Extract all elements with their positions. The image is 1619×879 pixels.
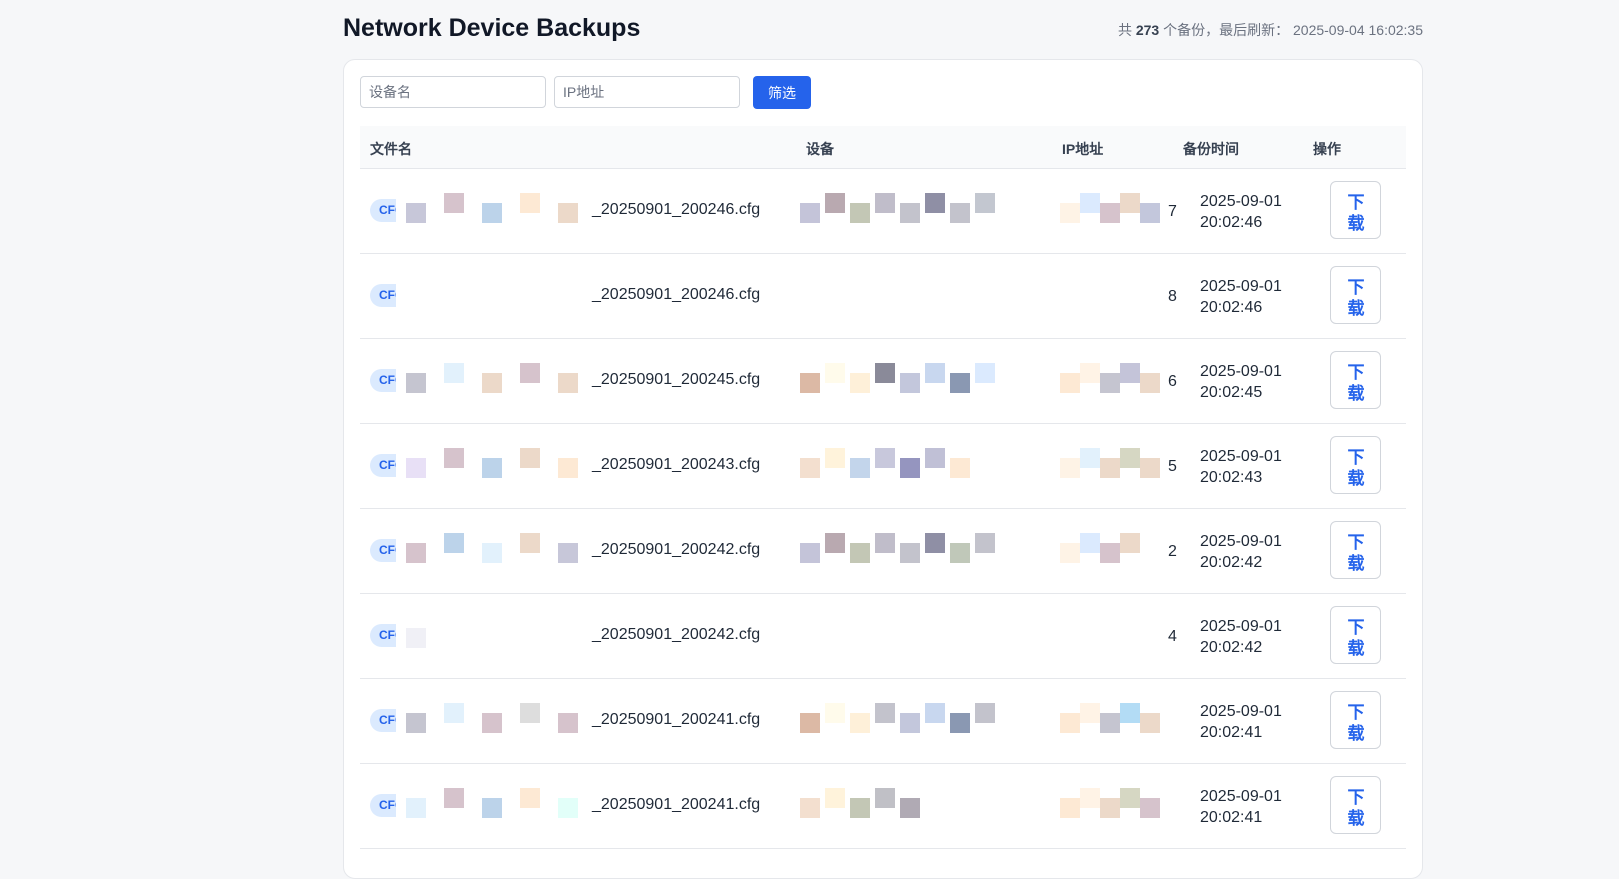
column-actions: 操作 xyxy=(1313,141,1341,157)
redacted-filename-prefix xyxy=(396,266,592,328)
redacted-device-name xyxy=(790,606,1006,668)
column-device: 设备 xyxy=(806,141,834,157)
table-row: CFG _20250901_200241.cfg 2025-09-01 20:02:4… xyxy=(360,679,1406,764)
backup-time: 2025-09-01 20:02:43 xyxy=(1200,446,1282,488)
redacted-filename-prefix xyxy=(396,351,592,413)
redacted-ip-address xyxy=(1050,776,1162,838)
redacted-device-name xyxy=(790,521,1006,583)
ip-address-tail: 7 xyxy=(1168,203,1177,220)
backup-time: 2025-09-01 20:02:46 xyxy=(1200,191,1282,233)
backup-time: 2025-09-01 20:02:42 xyxy=(1200,531,1282,573)
ip-address-tail: 8 xyxy=(1168,288,1177,305)
backup-clock-time: 20:02:42 xyxy=(1200,639,1263,656)
redacted-ip-address xyxy=(1050,266,1162,328)
column-ip: IP地址 xyxy=(1062,141,1104,157)
page-title: Network Device Backups xyxy=(343,14,641,42)
backup-date: 2025-09-01 xyxy=(1200,533,1282,550)
redacted-filename-prefix xyxy=(396,691,592,753)
backup-time: 2025-09-01 20:02:41 xyxy=(1200,786,1282,828)
download-button[interactable]: 下载 xyxy=(1330,351,1381,409)
backup-date: 2025-09-01 xyxy=(1200,703,1282,720)
redacted-device-name xyxy=(790,436,1006,498)
backup-time: 2025-09-01 20:02:45 xyxy=(1200,361,1282,403)
download-button[interactable]: 下载 xyxy=(1330,691,1381,749)
table-header: 文件名 设备 IP地址 备份时间 操作 xyxy=(360,126,1406,169)
ip-address-tail: 6 xyxy=(1168,373,1177,390)
redacted-ip-address xyxy=(1050,436,1162,498)
redacted-device-name xyxy=(790,266,1006,328)
backup-clock-time: 20:02:46 xyxy=(1200,214,1263,231)
table-row: CFG _20250901_200246.cfg 8 2025-09-01 20:02:… xyxy=(360,254,1406,339)
download-button[interactable]: 下载 xyxy=(1330,521,1381,579)
column-backup-time: 备份时间 xyxy=(1183,141,1239,157)
backup-date: 2025-09-01 xyxy=(1200,448,1282,465)
backup-clock-time: 20:02:41 xyxy=(1200,809,1263,826)
backup-date: 2025-09-01 xyxy=(1200,788,1282,805)
backups-card: 筛选 文件名 设备 IP地址 备份时间 操作 CFG_20250901_2002… xyxy=(343,59,1423,879)
redacted-device-name xyxy=(790,776,1006,838)
backup-time: 2025-09-01 20:02:46 xyxy=(1200,276,1282,318)
table-row: CFG _20250901_200241.cfg 2025-09-01 20:02:4… xyxy=(360,764,1406,849)
download-button[interactable]: 下载 xyxy=(1330,436,1381,494)
device-name-input[interactable] xyxy=(360,76,546,108)
backup-date: 2025-09-01 xyxy=(1200,278,1282,295)
redacted-ip-address xyxy=(1050,606,1162,668)
backup-table-body: CFG _20250901_200246.cfg 7 2025-09-01 20:02:… xyxy=(360,169,1406,849)
redacted-ip-address xyxy=(1050,181,1162,243)
download-button[interactable]: 下载 xyxy=(1330,266,1381,324)
summary-prefix: 共 xyxy=(1117,22,1132,38)
filename-text: _20250901_200242.cfg xyxy=(592,626,761,643)
filename-text: _20250901_200241.cfg xyxy=(592,711,761,728)
filename-text: _20250901_200243.cfg xyxy=(592,456,761,473)
page-header: Network Device Backups 共 273 个备份，最后刷新： 2… xyxy=(343,12,1423,48)
download-button[interactable]: 下载 xyxy=(1330,776,1381,834)
filename-text: _20250901_200241.cfg xyxy=(592,796,761,813)
backup-clock-time: 20:02:41 xyxy=(1200,724,1263,741)
download-button[interactable]: 下载 xyxy=(1330,606,1381,664)
ip-address-input[interactable] xyxy=(554,76,740,108)
redacted-filename-prefix xyxy=(396,521,592,583)
redacted-filename-prefix xyxy=(396,181,592,243)
redacted-filename-prefix xyxy=(396,436,592,498)
backup-summary: 共 273 个备份，最后刷新： 2025-09-04 16:02:35 xyxy=(1118,20,1423,40)
backup-clock-time: 20:02:46 xyxy=(1200,299,1263,316)
redacted-device-name xyxy=(790,351,1006,413)
ip-address-tail: 5 xyxy=(1168,458,1177,475)
filename-text: _20250901_200246.cfg xyxy=(592,201,761,218)
redacted-device-name xyxy=(790,691,1006,753)
filename-text: _20250901_200246.cfg xyxy=(592,286,761,303)
redacted-device-name xyxy=(790,181,1006,243)
backup-clock-time: 20:02:42 xyxy=(1200,554,1263,571)
summary-count: 273 xyxy=(1135,22,1160,38)
summary-mid: 个备份，最后刷新： xyxy=(1163,22,1290,38)
redacted-filename-prefix xyxy=(396,606,592,668)
table-row: CFG _20250901_200243.cfg 5 2025-09-01 20:02:… xyxy=(360,424,1406,509)
filter-button[interactable]: 筛选 xyxy=(753,76,811,109)
ip-address-tail: 2 xyxy=(1168,543,1177,560)
backup-clock-time: 20:02:45 xyxy=(1200,384,1263,401)
download-button[interactable]: 下载 xyxy=(1330,181,1381,239)
backup-time: 2025-09-01 20:02:42 xyxy=(1200,616,1282,658)
backup-date: 2025-09-01 xyxy=(1200,193,1282,210)
redacted-filename-prefix xyxy=(396,776,592,838)
table-row: CFG _20250901_200242.cfg 2 2025-09-01 20:02:… xyxy=(360,509,1406,594)
redacted-ip-address xyxy=(1050,351,1162,413)
ip-address-tail: 4 xyxy=(1168,628,1177,645)
table-row: CFG _20250901_200246.cfg 7 2025-09-01 20:02:… xyxy=(360,169,1406,254)
redacted-ip-address xyxy=(1050,691,1162,753)
redacted-ip-address xyxy=(1050,521,1162,583)
filename-text: _20250901_200242.cfg xyxy=(592,541,761,558)
summary-time: 2025-09-04 16:02:35 xyxy=(1293,22,1423,38)
filename-text: _20250901_200245.cfg xyxy=(592,371,761,388)
backup-date: 2025-09-01 xyxy=(1200,618,1282,635)
backup-clock-time: 20:02:43 xyxy=(1200,469,1263,486)
table-row: CFG _20250901_200245.cfg 6 2025-09-01 20:02:… xyxy=(360,339,1406,424)
backup-time: 2025-09-01 20:02:41 xyxy=(1200,701,1282,743)
backup-date: 2025-09-01 xyxy=(1200,363,1282,380)
column-filename: 文件名 xyxy=(370,141,412,157)
table-row: CFG _20250901_200242.cfg 4 2025-09-01 20:02:… xyxy=(360,594,1406,679)
